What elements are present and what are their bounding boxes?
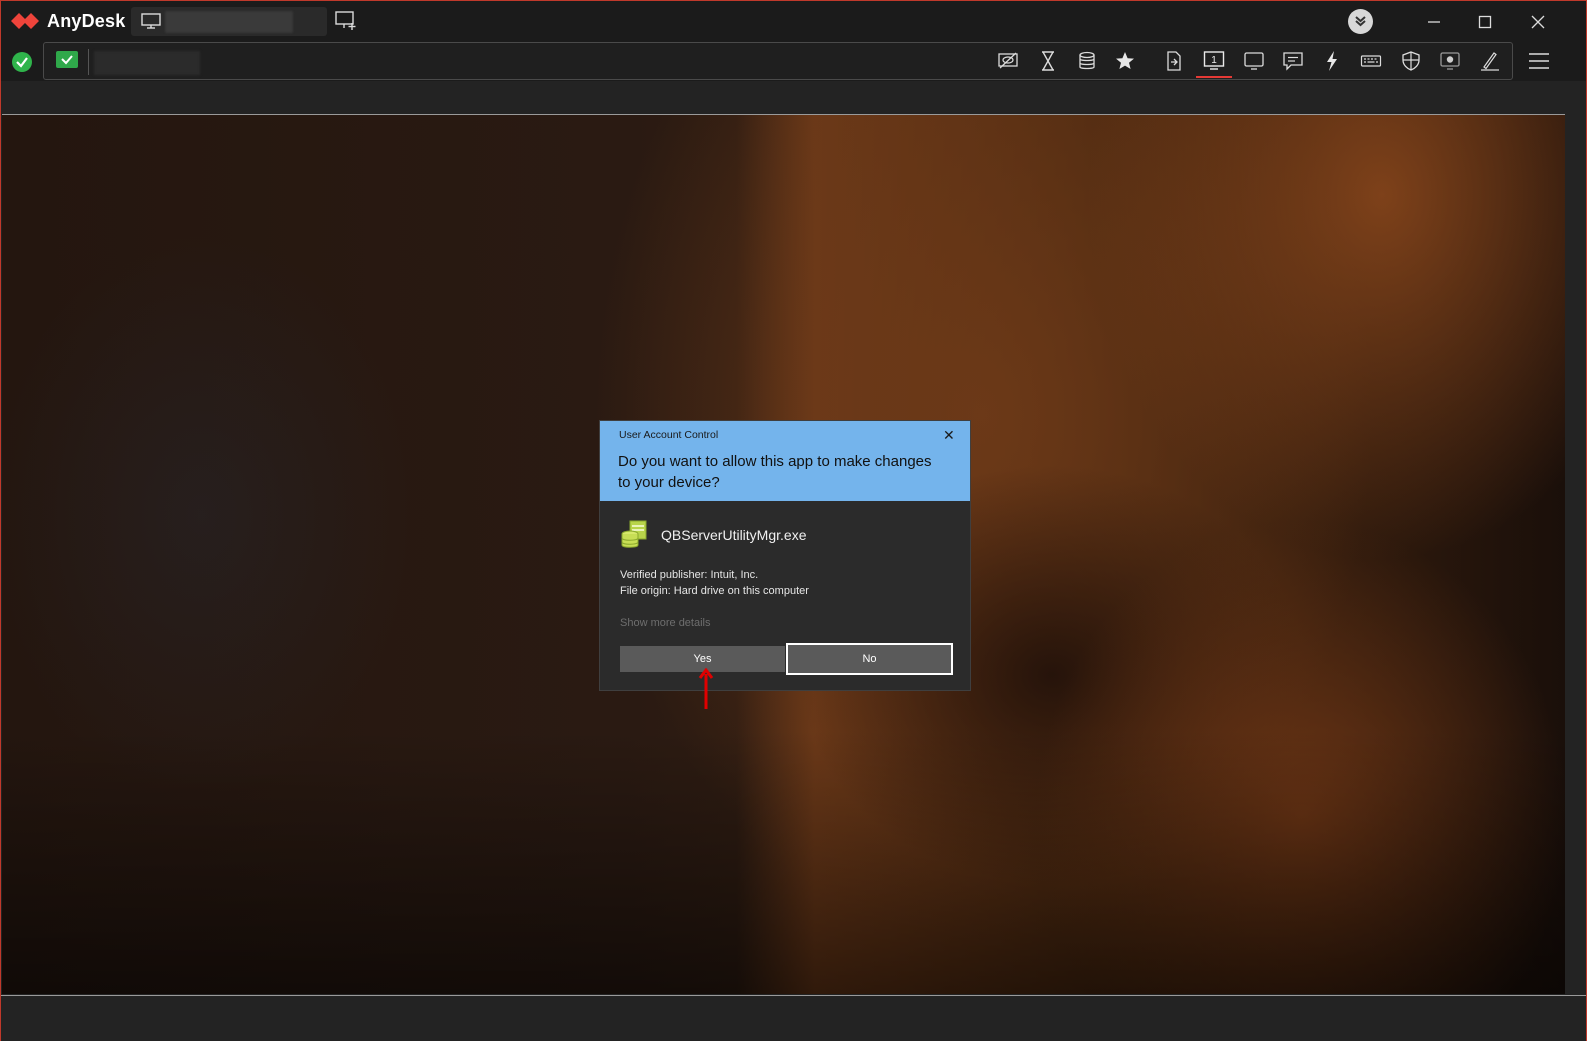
database-icon[interactable] [1076, 50, 1098, 72]
annotation-arrow-icon [698, 668, 714, 709]
hourglass-icon[interactable] [1037, 50, 1059, 72]
star-icon[interactable] [1114, 50, 1136, 72]
bottom-bar [1, 995, 1586, 1041]
session-strip [1, 81, 1586, 114]
toolbar: 1 [1, 41, 1586, 81]
file-transfer-icon[interactable] [1163, 50, 1185, 72]
privacy-off-icon[interactable] [997, 50, 1019, 72]
uac-app-name: QBServerUtilityMgr.exe [661, 527, 807, 543]
no-button[interactable]: No [786, 643, 953, 675]
monitor-icon[interactable] [1243, 50, 1265, 72]
close-icon[interactable] [1525, 9, 1551, 35]
chat-icon[interactable] [1282, 50, 1304, 72]
divider [88, 49, 89, 75]
remote-desktop-view[interactable]: User Account Control ✕ Do you want to al… [2, 114, 1565, 994]
show-more-details-link[interactable]: Show more details [620, 617, 711, 629]
session-tab-label [165, 11, 293, 33]
monitor-icon [141, 13, 161, 29]
active-indicator [1196, 76, 1232, 78]
download-button[interactable] [1348, 9, 1373, 34]
minimize-icon[interactable] [1421, 9, 1447, 35]
chevron-down-icon [1355, 16, 1366, 27]
keyboard-icon[interactable] [1360, 50, 1382, 72]
quickbooks-app-icon [621, 520, 647, 548]
uac-file-origin: File origin: Hard drive on this computer [620, 585, 809, 597]
display-1-icon[interactable]: 1 [1203, 50, 1225, 72]
uac-header: User Account Control ✕ Do you want to al… [600, 421, 970, 501]
uac-question: Do you want to allow this app to make ch… [618, 453, 932, 491]
anydesk-window: AnyDesk 1 User Account Control ✕ Do you … [0, 0, 1587, 1041]
title-bar: AnyDesk [1, 1, 1586, 41]
maximize-icon[interactable] [1472, 9, 1498, 35]
display-number: 1 [1211, 55, 1217, 66]
uac-publisher: Verified publisher: Intuit, Inc. [620, 569, 759, 581]
app-name: AnyDesk [47, 11, 126, 31]
session-tab[interactable] [131, 7, 327, 36]
recording-icon[interactable] [1439, 50, 1461, 72]
new-session-icon[interactable] [335, 11, 357, 31]
remote-desk-icon [56, 51, 78, 68]
connection-status-icon [12, 52, 32, 72]
whiteboard-pen-icon[interactable] [1479, 50, 1501, 72]
menu-icon[interactable] [1528, 50, 1550, 72]
address-text [94, 51, 200, 75]
uac-close-icon[interactable]: ✕ [943, 427, 955, 444]
uac-window-title: User Account Control [619, 429, 719, 441]
actions-bolt-icon[interactable] [1321, 50, 1343, 72]
uac-dialog: User Account Control ✕ Do you want to al… [599, 420, 971, 691]
permissions-shield-icon[interactable] [1400, 50, 1422, 72]
anydesk-logo-icon [11, 13, 39, 29]
